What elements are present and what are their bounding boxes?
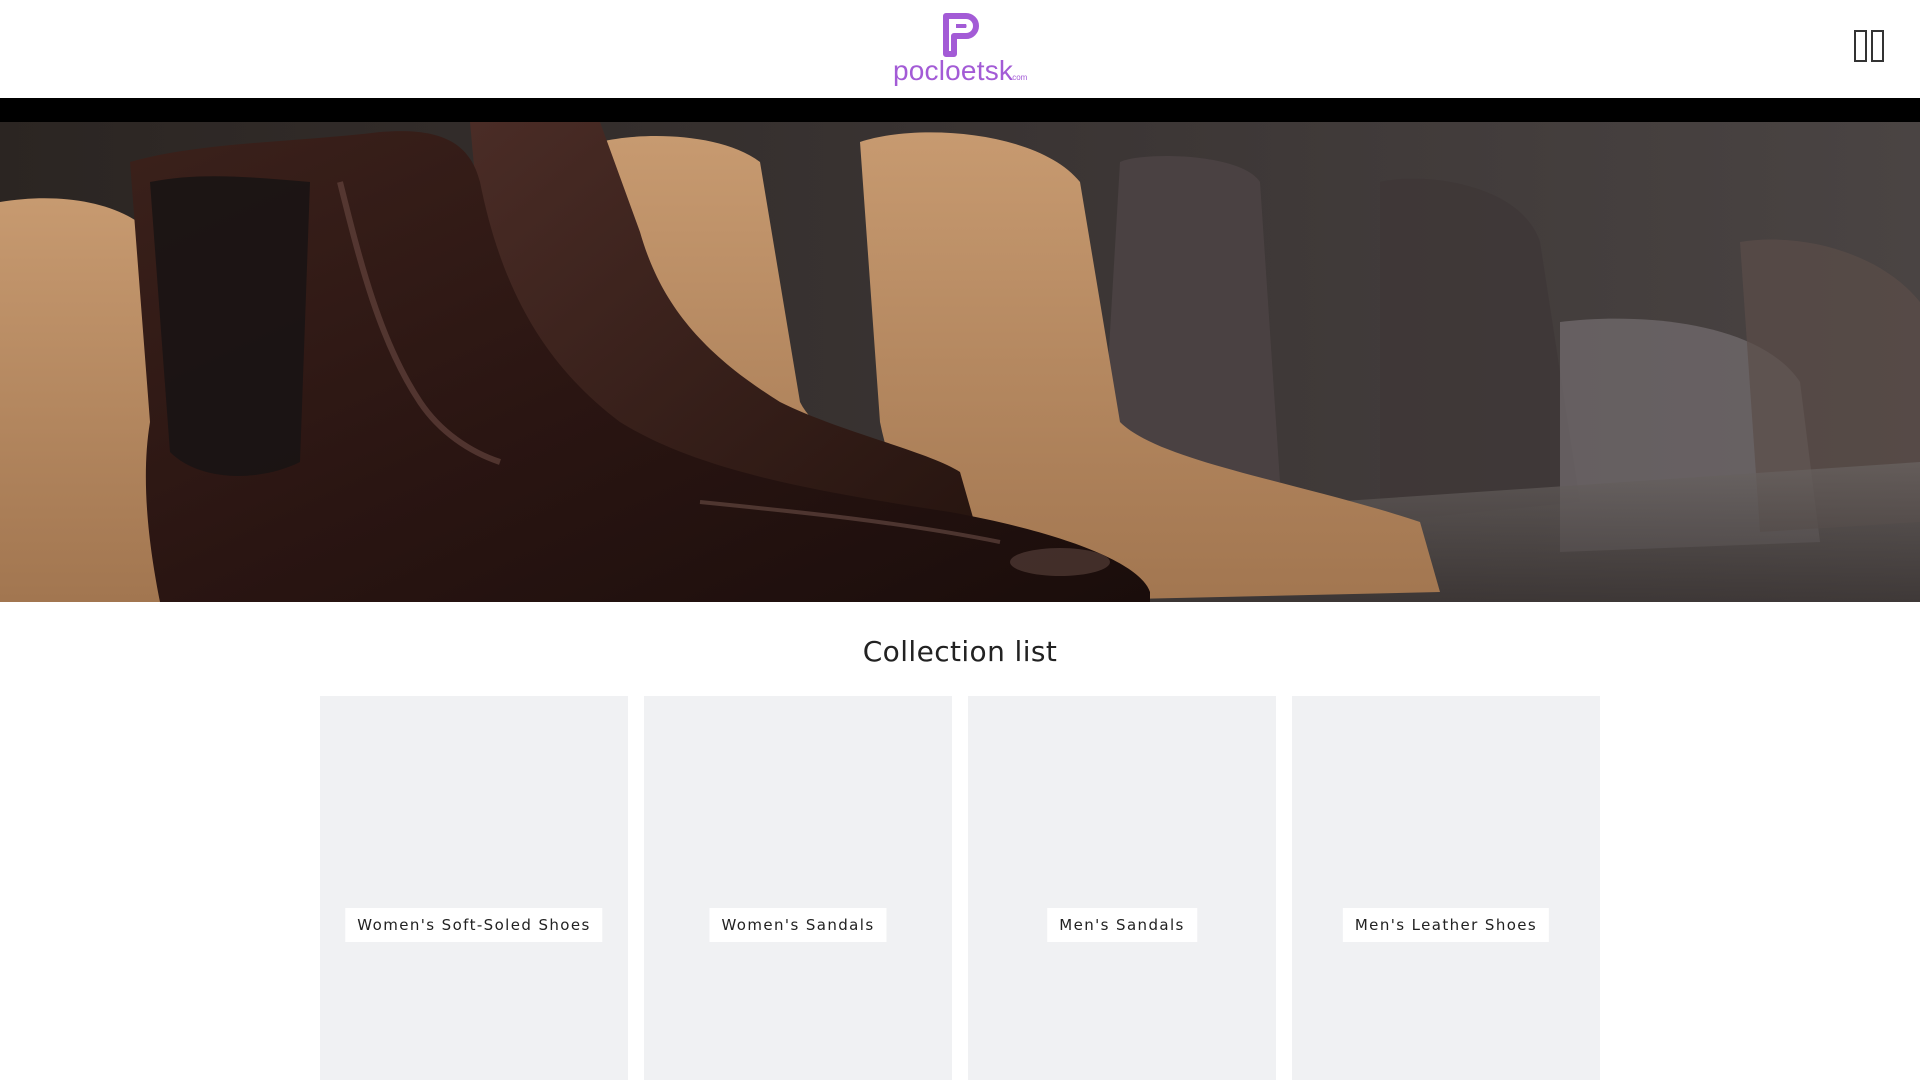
collection-card-mens-leather-shoes[interactable]: Men's Leather Shoes [1292,696,1600,1080]
collection-list-title: Collection list [862,635,1058,668]
two-pane-icon[interactable] [1854,30,1888,66]
logo-domain-suffix: .com [1010,73,1028,82]
pane-left-icon [1854,30,1867,62]
collection-card-label[interactable]: Men's Sandals [1047,908,1197,942]
collection-card-label[interactable]: Women's Sandals [709,908,887,942]
site-header: pocloetsk .com [0,0,1920,98]
pane-right-icon [1871,30,1884,62]
logo-wordmark: pocloetsk [893,55,1014,86]
collection-grid: Women's Soft-Soled Shoes Women's Sandals… [320,696,1600,1080]
collection-card-womens-soft-soled[interactable]: Women's Soft-Soled Shoes [320,696,628,1080]
logo-p-icon [943,13,979,57]
collection-card-label[interactable]: Men's Leather Shoes [1342,908,1550,942]
announcement-bar [0,98,1920,122]
collection-card-mens-sandals[interactable]: Men's Sandals [968,696,1276,1080]
leather-boots-photo [0,122,1920,602]
hero-banner [0,122,1920,602]
collection-card-womens-sandals[interactable]: Women's Sandals [644,696,952,1080]
brand-logo[interactable]: pocloetsk .com [888,10,1033,88]
collection-card-label[interactable]: Women's Soft-Soled Shoes [345,908,603,942]
